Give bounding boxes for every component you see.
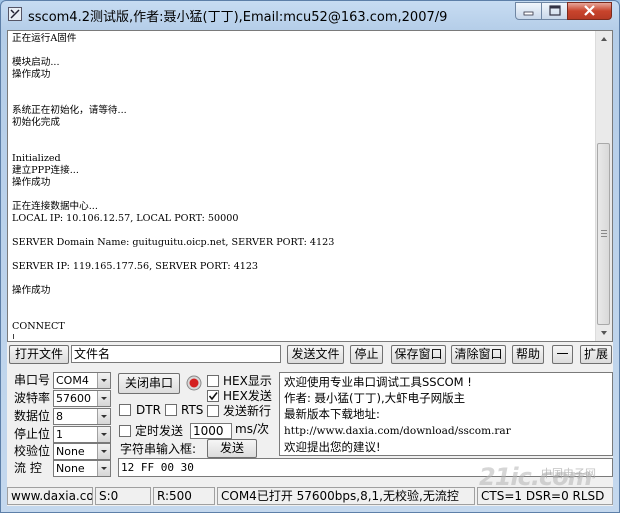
rts-checkbox[interactable] [165, 404, 177, 416]
dtr-checkbox[interactable] [119, 404, 131, 416]
interval-unit-label: ms/次 [235, 422, 269, 436]
client-area: 正在运行A固件 模块启动... 操作成功 系统正在初始化，请等待... 初始化完… [7, 30, 613, 506]
status-received-count: R:500 [153, 487, 215, 505]
hex-display-checkbox[interactable] [207, 375, 219, 387]
string-input-label: 字符串输入框: [120, 442, 197, 456]
scroll-up-icon[interactable] [596, 31, 612, 47]
status-site[interactable]: www.daxia.cor [7, 487, 93, 505]
file-toolbar: 打开文件 文件名 发送文件 停止 保存窗口 清除窗口 帮助 一 扩展 [7, 345, 613, 367]
info-author: 作者: 聂小猛(丁丁),大虾电子网版主 [284, 391, 466, 405]
dtr-label: DTR [136, 403, 161, 417]
send-file-button[interactable]: 发送文件 [287, 345, 344, 364]
databits-select[interactable]: 8 [53, 408, 111, 425]
baud-select[interactable]: 57600 [53, 390, 111, 407]
rts-label: RTS [181, 403, 204, 417]
info-download-label: 最新版本下载地址: [284, 407, 380, 421]
port-value: COM4 [56, 374, 89, 387]
main-window: sscom4.2测试版,作者:聂小猛(丁丁),Email:mcu52@163.c… [0, 0, 620, 513]
chevron-down-icon[interactable] [97, 444, 110, 459]
title-bar[interactable]: sscom4.2测试版,作者:聂小猛(丁丁),Email:mcu52@163.c… [1, 1, 619, 29]
baud-value: 57600 [56, 392, 91, 405]
interval-input[interactable]: 1000 [190, 423, 232, 439]
parity-label: 校验位 [14, 444, 51, 458]
send-button[interactable]: 发送 [207, 439, 257, 458]
maximize-icon[interactable] [541, 2, 568, 20]
help-button[interactable]: 帮助 [512, 345, 544, 364]
window-title: sscom4.2测试版,作者:聂小猛(丁丁),Email:mcu52@163.c… [28, 10, 448, 25]
collapse-button[interactable]: 一 [552, 345, 573, 364]
databits-value: 8 [56, 410, 63, 423]
flow-select[interactable]: None [53, 460, 111, 477]
status-port-info: COM4已打开 57600bps,8,1,无校验,无流控 [217, 487, 475, 505]
chevron-down-icon[interactable] [97, 461, 110, 476]
receive-text: 正在运行A固件 模块启动... 操作成功 系统正在初始化，请等待... 初始化完… [12, 33, 335, 339]
parity-value: None [56, 445, 85, 458]
timed-send-checkbox[interactable] [119, 425, 131, 437]
timed-send-label: 定时发送 [135, 424, 184, 438]
open-file-button[interactable]: 打开文件 [9, 345, 69, 364]
chevron-down-icon[interactable] [97, 427, 110, 442]
info-welcome: 欢迎使用专业串口调试工具SSCOM ! [284, 375, 472, 389]
stopbits-select[interactable]: 1 [53, 426, 111, 443]
hex-display-label: HEX显示 [223, 374, 272, 388]
scroll-down-icon[interactable] [596, 325, 612, 341]
stopbits-label: 停止位 [14, 427, 51, 441]
stopbits-value: 1 [56, 428, 63, 441]
send-newline-checkbox[interactable] [207, 405, 219, 417]
stop-button[interactable]: 停止 [350, 345, 383, 364]
chevron-down-icon[interactable] [97, 373, 110, 388]
flow-label: 流 控 [14, 461, 42, 475]
status-sent-count: S:0 [95, 487, 151, 505]
flow-value: None [56, 462, 85, 475]
receive-window[interactable]: 正在运行A固件 模块启动... 操作成功 系统正在初始化，请等待... 初始化完… [7, 30, 613, 342]
clear-window-button[interactable]: 清除窗口 [451, 345, 506, 364]
chevron-down-icon[interactable] [97, 391, 110, 406]
app-icon[interactable] [8, 7, 22, 21]
port-select[interactable]: COM4 [53, 372, 111, 389]
filename-input[interactable]: 文件名 [71, 345, 281, 363]
databits-label: 数据位 [14, 409, 51, 423]
send-newline-label: 发送新行 [223, 404, 272, 418]
baud-label: 波特率 [14, 391, 51, 405]
hex-send-label: HEX发送 [223, 389, 272, 403]
close-icon[interactable] [567, 2, 612, 20]
minimize-icon[interactable] [515, 2, 542, 20]
parity-select[interactable]: None [53, 443, 111, 460]
close-port-button[interactable]: 关闭串口 [118, 373, 180, 394]
expand-button[interactable]: 扩展 [580, 345, 612, 364]
info-download-url[interactable]: http://www.daxia.com/download/sscom.rar [284, 424, 511, 438]
watermark-subtitle: 中国电子网 [541, 467, 596, 480]
chevron-down-icon[interactable] [97, 409, 110, 424]
vertical-scrollbar[interactable] [595, 31, 612, 341]
info-panel: 欢迎使用专业串口调试工具SSCOM ! 作者: 聂小猛(丁丁),大虾电子网版主 … [279, 372, 613, 456]
scroll-thumb[interactable] [597, 143, 610, 325]
info-feedback: 欢迎提出您的建议! [284, 440, 381, 454]
save-window-button[interactable]: 保存窗口 [391, 345, 446, 364]
port-status-led-icon [186, 375, 202, 391]
hex-send-checkbox[interactable] [207, 390, 219, 402]
port-label: 串口号 [14, 373, 51, 387]
